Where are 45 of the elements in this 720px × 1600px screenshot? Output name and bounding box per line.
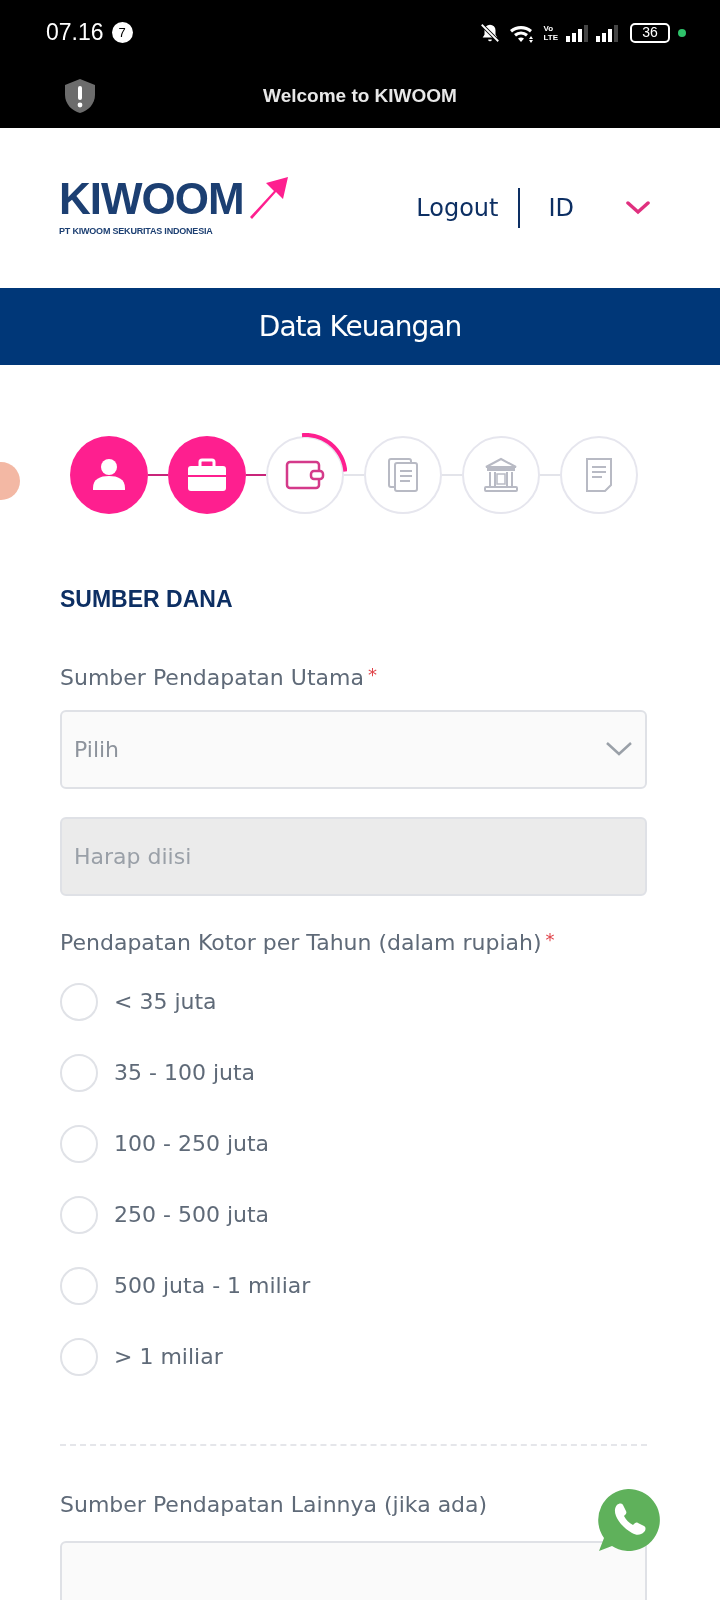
logo-text: KIWOOM (59, 177, 244, 222)
input-field[interactable] (60, 1540, 647, 1600)
wallet-icon (285, 460, 325, 490)
radio-button[interactable] (60, 982, 98, 1021)
status-time: 07.16 (46, 18, 104, 48)
shield-icon (63, 78, 97, 114)
field-label: Sumber Pendapatan Lainnya (jika ada) (60, 1490, 488, 1519)
radio-button[interactable] (60, 1195, 98, 1234)
logo-subtitle: PT KIWOOM SEKURITAS INDONESIA (59, 225, 214, 239)
chat-phone-icon[interactable] (595, 1487, 661, 1553)
notification-badge: 7 (111, 22, 133, 43)
field-label: Pendapatan Kotor per Tahun (dalam rupiah) (60, 928, 542, 957)
radio-button[interactable] (60, 1053, 98, 1092)
radio-label[interactable]: > 1 miliar (114, 1340, 223, 1373)
signal-icon (566, 23, 588, 42)
signal-icon (596, 23, 618, 42)
chevron-down-icon (605, 741, 633, 757)
app-bar-title: Welcome to KIWOOM (263, 84, 457, 109)
radio-label[interactable]: < 35 juta (114, 985, 217, 1018)
radio-button[interactable] (60, 1337, 98, 1376)
chevron-down-icon (626, 201, 650, 215)
section-title: SUMBER DANA (60, 585, 234, 614)
language-dropdown[interactable]: ID (548, 190, 650, 226)
battery-icon: 36 (630, 22, 670, 43)
logout-link[interactable]: Logout (416, 190, 499, 226)
bank-icon (483, 457, 519, 493)
status-dot-icon (678, 28, 686, 37)
radio-label[interactable]: 35 - 100 juta (114, 1056, 256, 1089)
select-field[interactable]: Pilih (60, 709, 647, 789)
required-mark: * (367, 662, 377, 687)
document-icon (584, 457, 614, 493)
radio-button[interactable] (60, 1266, 98, 1305)
field-label: Sumber Pendapatan Utama (60, 663, 364, 692)
radio-label[interactable]: 500 juta - 1 miliar (114, 1269, 311, 1302)
radio-label[interactable]: 250 - 500 juta (114, 1198, 270, 1231)
radio-button[interactable] (60, 1124, 98, 1163)
progress-arc (299, 433, 347, 474)
page-title: Data Keuangan (258, 308, 462, 345)
bell-muted-icon (479, 21, 502, 44)
person-icon (91, 458, 127, 492)
required-mark: * (545, 927, 555, 952)
radio-label[interactable]: 100 - 250 juta (114, 1127, 270, 1160)
documents-icon (387, 457, 419, 493)
network-type-label: Vo LTE (543, 23, 558, 42)
briefcase-icon (187, 458, 227, 492)
